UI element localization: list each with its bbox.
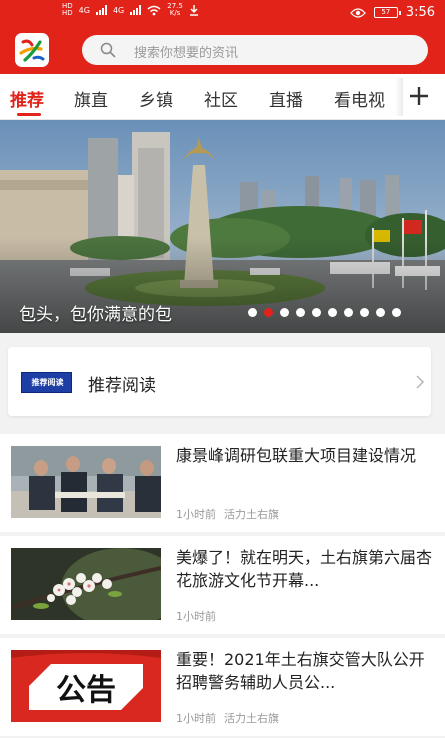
recommended-reading-badge-text: 推荐阅读 xyxy=(31,378,64,387)
carousel-dot[interactable] xyxy=(376,308,385,317)
news-title: 美爆了！就在明天，土右旗第六届杏花旅游文化节开幕... xyxy=(176,548,432,590)
app-header: 搜索你想要的资讯 xyxy=(0,26,445,74)
banner-carousel[interactable]: 包头，包你满意的包 xyxy=(0,120,445,333)
recommended-reading-card[interactable]: 推荐阅读 推荐阅读 xyxy=(8,347,431,416)
status-right: 57 3:56 xyxy=(349,5,435,20)
carousel-dot[interactable] xyxy=(280,308,289,317)
announcement-image: 公告 xyxy=(11,650,161,722)
news-time: 1小时前 xyxy=(176,610,216,623)
network-type-2: 4G xyxy=(112,5,125,15)
recommended-reading-label: 推荐阅读 xyxy=(88,376,156,396)
search-icon xyxy=(100,42,116,58)
tab-recommend[interactable]: 推荐 xyxy=(10,86,44,111)
carousel-dot[interactable] xyxy=(248,308,257,317)
news-time: 1小时前 xyxy=(176,712,216,725)
wifi-icon xyxy=(147,5,161,15)
news-item[interactable]: 美爆了！就在明天，土右旗第六届杏花旅游文化节开幕... 1小时前 xyxy=(0,536,445,634)
tab-live[interactable]: 直播 xyxy=(269,86,303,111)
tab-township[interactable]: 乡镇 xyxy=(139,86,173,111)
carousel-dot[interactable] xyxy=(344,308,353,317)
battery-level: 57 xyxy=(381,8,391,16)
search-bar[interactable]: 搜索你想要的资讯 xyxy=(82,35,428,65)
chevron-right-icon xyxy=(416,375,425,389)
news-thumbnail: 公告 xyxy=(11,650,161,722)
sim-2-label: HD xyxy=(62,9,73,17)
signal-icon-1 xyxy=(95,5,107,15)
news-title: 重要！2021年土右旗交管大队公开招聘警务辅助人员公... xyxy=(176,650,425,692)
signal-icon-2 xyxy=(130,5,142,15)
carousel-dot[interactable] xyxy=(264,308,273,317)
network-type-1: 4G xyxy=(78,5,90,15)
carousel-dot[interactable] xyxy=(328,308,337,317)
tab-community[interactable]: 社区 xyxy=(204,86,238,111)
banner-caption: 包头，包你满意的包 xyxy=(19,305,172,325)
add-channel-icon[interactable] xyxy=(408,83,430,109)
news-title: 康景峰调研包联重大项目建设情况 xyxy=(176,446,417,465)
app-screen: HD HD 4G 4G 27.5 K/s 57 3:56 搜索你想要的资讯 推荐… xyxy=(0,0,445,738)
sim-indicators: HD HD xyxy=(62,3,73,17)
news-item[interactable]: 公告 重要！2021年土右旗交管大队公开招聘警务辅助人员公... 1小时前 活力土… xyxy=(0,638,445,736)
carousel-dot[interactable] xyxy=(392,308,401,317)
download-icon xyxy=(189,4,198,16)
status-time: 3:56 xyxy=(405,5,435,20)
network-speed: 27.5 K/s xyxy=(167,3,183,17)
tab-qizhi[interactable]: 旗直 xyxy=(74,86,108,111)
tab-tv[interactable]: 看电视 xyxy=(334,86,385,111)
news-thumbnail xyxy=(11,548,161,620)
apricot-blossom-photo xyxy=(11,548,161,620)
news-time: 1小时前 xyxy=(176,508,216,521)
status-bar: HD HD 4G 4G 27.5 K/s 57 3:56 xyxy=(0,0,445,26)
carousel-dot[interactable] xyxy=(296,308,305,317)
eye-icon xyxy=(349,7,366,18)
category-tabs: 推荐 旗直 乡镇 社区 直播 看电视 xyxy=(0,74,445,120)
battery-icon: 57 xyxy=(373,7,401,18)
news-source: 活力土右旗 xyxy=(224,712,279,725)
news-item[interactable]: 康景峰调研包联重大项目建设情况 1小时前 活力土右旗 xyxy=(0,434,445,532)
news-meta: 1小时前 活力土右旗 xyxy=(176,710,279,726)
active-tab-indicator xyxy=(17,113,41,116)
tab-fade xyxy=(395,78,403,116)
carousel-dot[interactable] xyxy=(312,308,321,317)
search-placeholder: 搜索你想要的资讯 xyxy=(134,46,239,61)
news-meta: 1小时前 活力土右旗 xyxy=(176,506,279,522)
recommended-reading-badge: 推荐阅读 xyxy=(21,372,72,393)
app-logo[interactable] xyxy=(15,33,49,67)
news-source: 活力土右旗 xyxy=(224,508,279,521)
news-meta: 1小时前 xyxy=(176,608,216,624)
news-thumbnail xyxy=(11,446,161,518)
carousel-dot[interactable] xyxy=(360,308,369,317)
network-speed-unit: K/s xyxy=(169,9,181,17)
status-left: HD HD 4G 4G 27.5 K/s xyxy=(62,3,199,17)
announcement-text: 公告 xyxy=(56,673,116,708)
app-logo-icon xyxy=(19,39,45,62)
meeting-photo xyxy=(11,446,161,518)
